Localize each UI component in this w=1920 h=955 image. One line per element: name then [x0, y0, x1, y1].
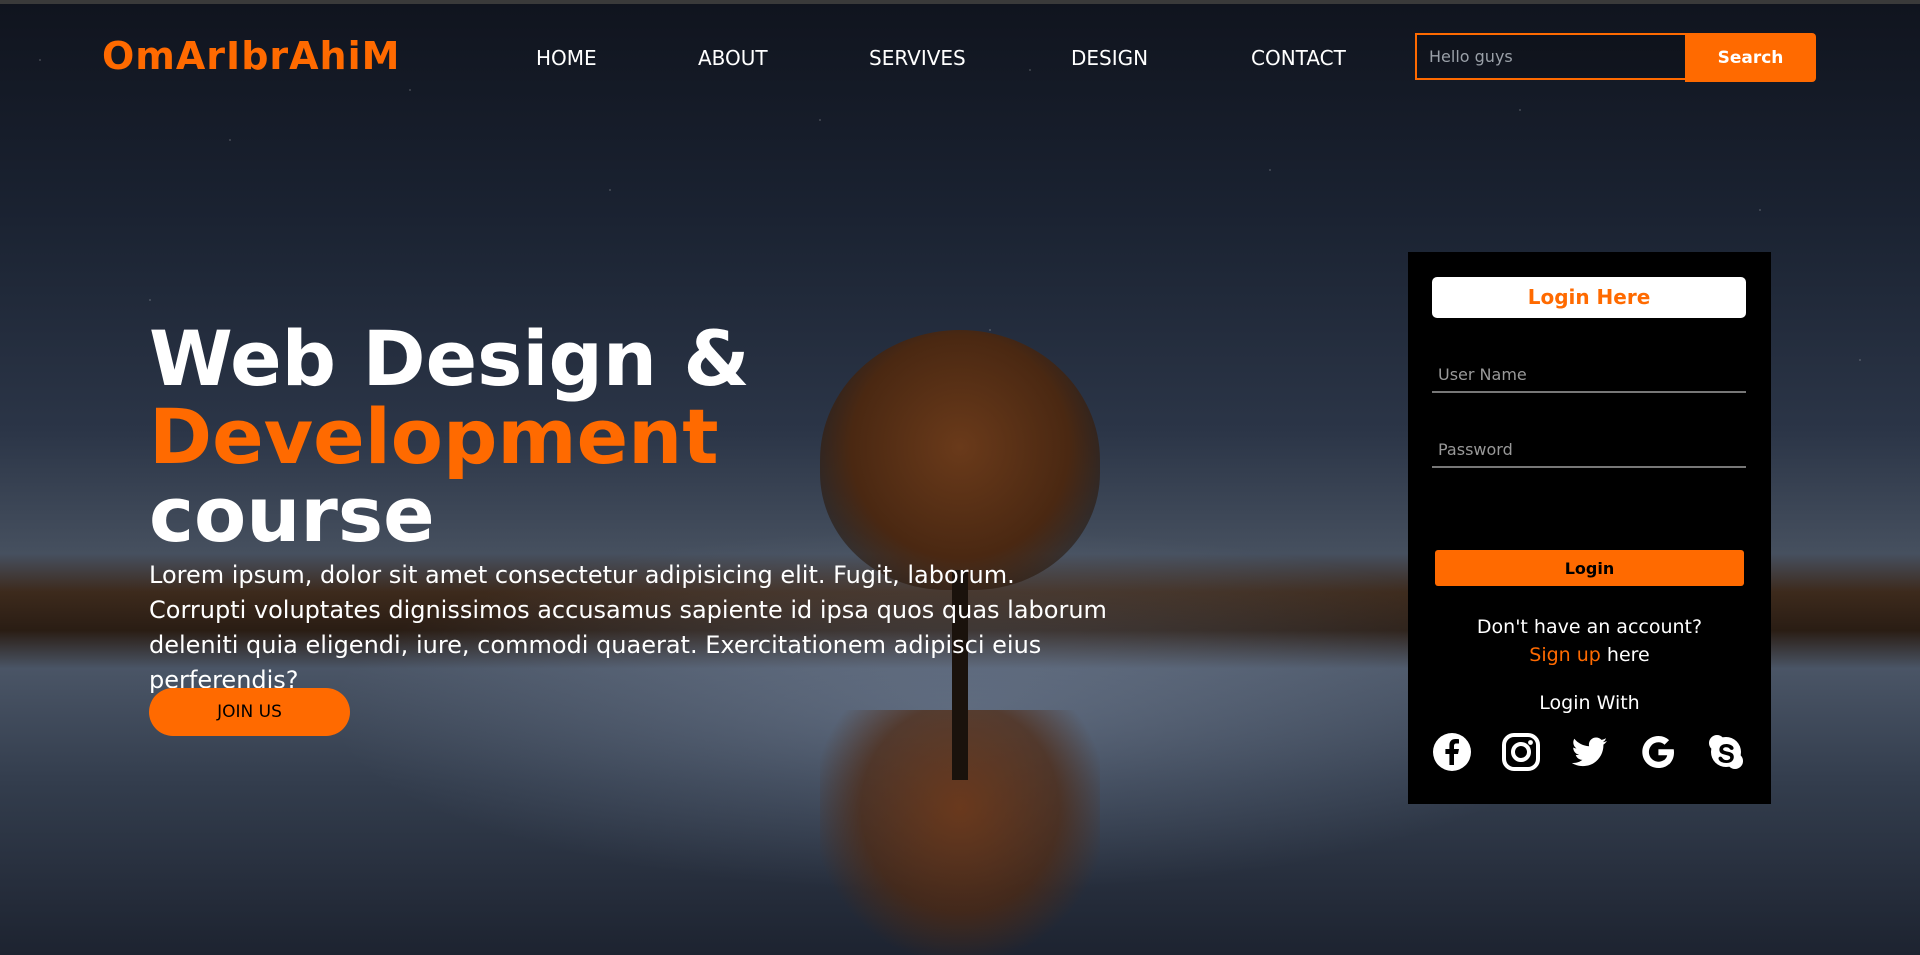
- window-top-edge: [0, 0, 1920, 4]
- facebook-icon[interactable]: [1432, 732, 1472, 772]
- nav-services[interactable]: SERVIVES: [869, 46, 966, 70]
- hero-line-3: course: [149, 470, 435, 559]
- login-card: Login Here Login Don't have an account? …: [1408, 252, 1771, 804]
- nav-design[interactable]: DESIGN: [1071, 46, 1148, 70]
- username-field[interactable]: [1432, 357, 1746, 393]
- signup-suffix: here: [1600, 644, 1650, 666]
- hero-paragraph: Lorem ipsum, dolor sit amet consectetur …: [149, 561, 1107, 694]
- search-input[interactable]: [1415, 33, 1685, 80]
- signup-line: Sign up here: [1408, 644, 1771, 666]
- login-with-label: Login With: [1539, 692, 1640, 714]
- google-icon[interactable]: [1638, 732, 1678, 772]
- instagram-icon[interactable]: [1501, 732, 1541, 772]
- twitter-icon[interactable]: [1569, 732, 1609, 772]
- join-us-button[interactable]: JOIN US: [149, 688, 350, 736]
- nav-contact[interactable]: CONTACT: [1251, 46, 1346, 70]
- hero-heading: Web Design & Development course: [149, 320, 750, 554]
- hero-line-2: Development: [149, 392, 719, 481]
- skype-icon[interactable]: [1706, 732, 1746, 772]
- search-button[interactable]: Search: [1685, 33, 1816, 82]
- social-login-icons: [1432, 732, 1746, 772]
- tree-reflection: [820, 710, 1100, 955]
- password-field[interactable]: [1432, 432, 1746, 468]
- site-logo[interactable]: OmArIbrAhiM: [102, 34, 400, 78]
- nav-home[interactable]: HOME: [536, 46, 597, 70]
- hero-line-1: Web Design &: [149, 314, 750, 403]
- nav-about[interactable]: ABOUT: [698, 46, 768, 70]
- no-account-text: Don't have an account?: [1476, 616, 1703, 638]
- signup-link[interactable]: Sign up: [1529, 644, 1601, 666]
- login-button[interactable]: Login: [1435, 550, 1744, 586]
- login-title: Login Here: [1432, 277, 1746, 318]
